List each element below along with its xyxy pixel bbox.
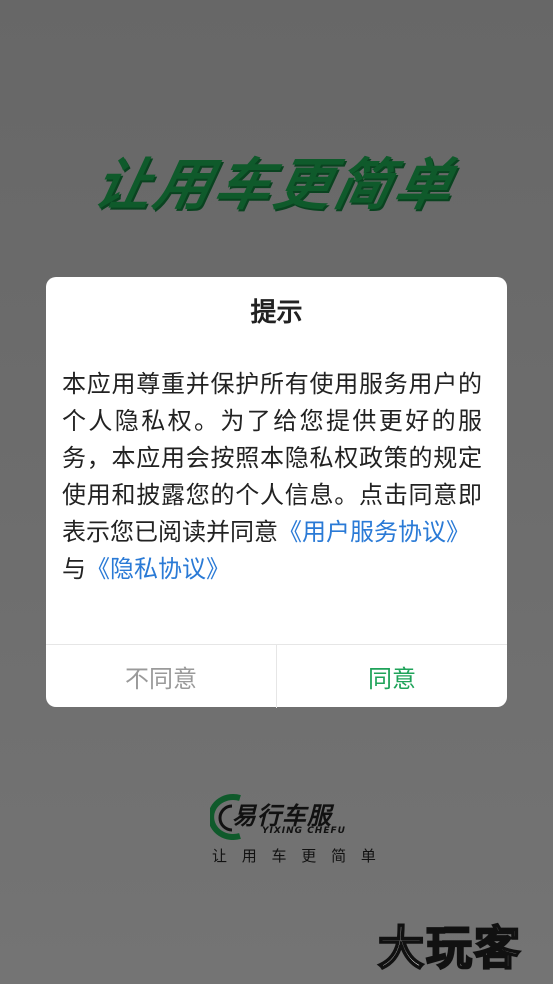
dialog-body: 本应用尊重并保护所有使用服务用户的个人隐私权。为了给您提供更好的服务，本应用会按… (62, 366, 482, 588)
brand-name-en: YIXING CHEFU (262, 826, 346, 836)
privacy-policy-link[interactable]: 《隐私协议》 (86, 555, 230, 583)
dialog-title: 提示 (250, 298, 303, 328)
splash-slogan: 让用车更简单 (88, 153, 463, 218)
agree-button[interactable]: 同意 (277, 645, 507, 708)
brand-slogan: 让 用 车 更 简 单 (212, 847, 381, 865)
dialog-footer: 不同意 同意 (46, 644, 507, 708)
splash-screen: 让用车更简单 提示 本应用尊重并保护所有使用服务用户的个人隐私权。为了给您提供更… (0, 0, 553, 984)
watermark: 大玩客 (377, 920, 522, 976)
user-agreement-link[interactable]: 《用户服务协议》 (278, 518, 470, 546)
dialog-connector: 与 (62, 555, 86, 583)
disagree-button[interactable]: 不同意 (46, 645, 277, 708)
